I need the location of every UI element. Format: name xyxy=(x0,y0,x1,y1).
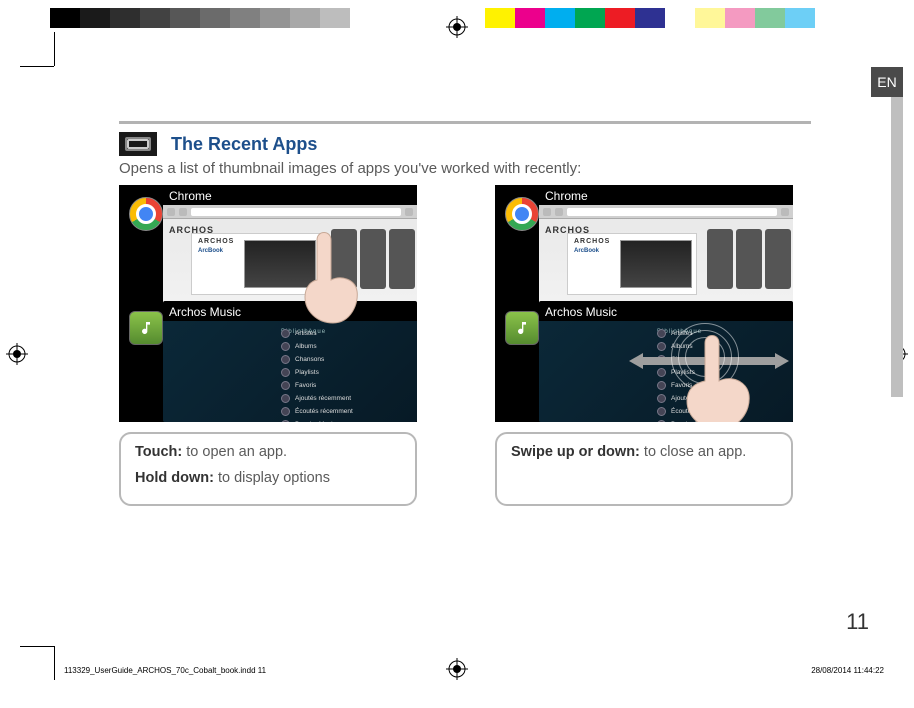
caption-bold: Swipe up or down: xyxy=(511,444,640,460)
color-bar-right xyxy=(485,8,815,28)
color-swatch xyxy=(140,8,170,28)
caption-text: to display options xyxy=(214,470,330,486)
hero-product: ArcBook xyxy=(198,248,223,254)
color-swatch xyxy=(755,8,785,28)
music-list-item: Albums xyxy=(281,342,353,351)
caption-bold: Hold down: xyxy=(135,470,214,486)
music-list-item: Artistes xyxy=(281,329,353,338)
music-icon xyxy=(505,311,539,345)
caption-text: to close an app. xyxy=(640,444,746,460)
color-swatch xyxy=(485,8,515,28)
music-list-item: Ajoutés récemment xyxy=(281,394,353,403)
hero-brand: ARCHOS xyxy=(198,238,234,245)
screenshot-touch: Chrome ARCHOS ARCHOS ArcBook xyxy=(119,185,417,422)
color-swatch xyxy=(575,8,605,28)
color-swatch xyxy=(545,8,575,28)
caption-text: to open an app. xyxy=(182,444,287,460)
color-swatch xyxy=(515,8,545,28)
recent-apps-icon xyxy=(119,132,157,156)
page: EN The Recent Apps Opens a list of thumb… xyxy=(55,67,903,645)
chrome-icon xyxy=(129,197,163,231)
color-bar-left xyxy=(50,8,380,28)
color-swatch xyxy=(320,8,350,28)
color-swatch xyxy=(605,8,635,28)
caption-swipe: Swipe up or down: to close an app. xyxy=(495,432,793,506)
language-tab: EN xyxy=(871,67,903,97)
card-label: Chrome xyxy=(539,185,793,205)
chrome-icon xyxy=(505,197,539,231)
registration-mark-icon xyxy=(446,16,468,38)
imprint-date: 28/08/2014 11:44:22 xyxy=(811,666,884,675)
color-swatch xyxy=(350,8,380,28)
imprint: 113329_UserGuide_ARCHOS_70c_Cobalt_book.… xyxy=(64,666,884,675)
music-list-item: Favoris xyxy=(281,381,353,390)
color-swatch xyxy=(80,8,110,28)
music-icon xyxy=(129,311,163,345)
crop-mark xyxy=(54,646,55,680)
crop-mark xyxy=(54,32,55,66)
section-rule xyxy=(119,121,811,124)
crop-mark xyxy=(20,646,54,647)
music-list-item: Chansons xyxy=(281,355,353,364)
color-swatch xyxy=(170,8,200,28)
section-subtext: Opens a list of thumbnail images of apps… xyxy=(119,160,811,177)
music-list-item: Dossier Musique xyxy=(281,420,353,422)
thumb-index xyxy=(891,97,903,397)
color-swatch xyxy=(785,8,815,28)
caption-bold: Touch: xyxy=(135,444,182,460)
music-list-item: Ajoutés récemment xyxy=(657,394,729,403)
music-list-item: Playlists xyxy=(281,368,353,377)
caption-touch: Touch: to open an app. Hold down: to dis… xyxy=(119,432,417,506)
card-label: Chrome xyxy=(163,185,417,205)
hero-product: ArcBook xyxy=(574,248,599,254)
section-heading: The Recent Apps xyxy=(171,134,317,155)
color-swatch xyxy=(290,8,320,28)
imprint-file: 113329_UserGuide_ARCHOS_70c_Cobalt_book.… xyxy=(64,666,266,675)
color-swatch xyxy=(260,8,290,28)
crop-mark xyxy=(20,66,54,67)
hero-brand: ARCHOS xyxy=(574,238,610,245)
page-number: 11 xyxy=(846,609,869,635)
card-label: Archos Music xyxy=(163,301,417,321)
color-swatch xyxy=(110,8,140,28)
card-label: Archos Music xyxy=(539,301,793,321)
music-list-item: Dossier Musique xyxy=(657,420,729,422)
color-swatch xyxy=(665,8,695,28)
screenshot-swipe: Chrome ARCHOS ARCHOS ArcBook xyxy=(495,185,793,422)
color-swatch xyxy=(200,8,230,28)
music-list-item: Écoutés récemment xyxy=(657,407,729,416)
music-list-item: Écoutés récemment xyxy=(281,407,353,416)
color-swatch xyxy=(230,8,260,28)
color-swatch xyxy=(50,8,80,28)
registration-mark-icon xyxy=(6,343,28,365)
color-swatch xyxy=(725,8,755,28)
color-swatch xyxy=(695,8,725,28)
color-swatch xyxy=(635,8,665,28)
